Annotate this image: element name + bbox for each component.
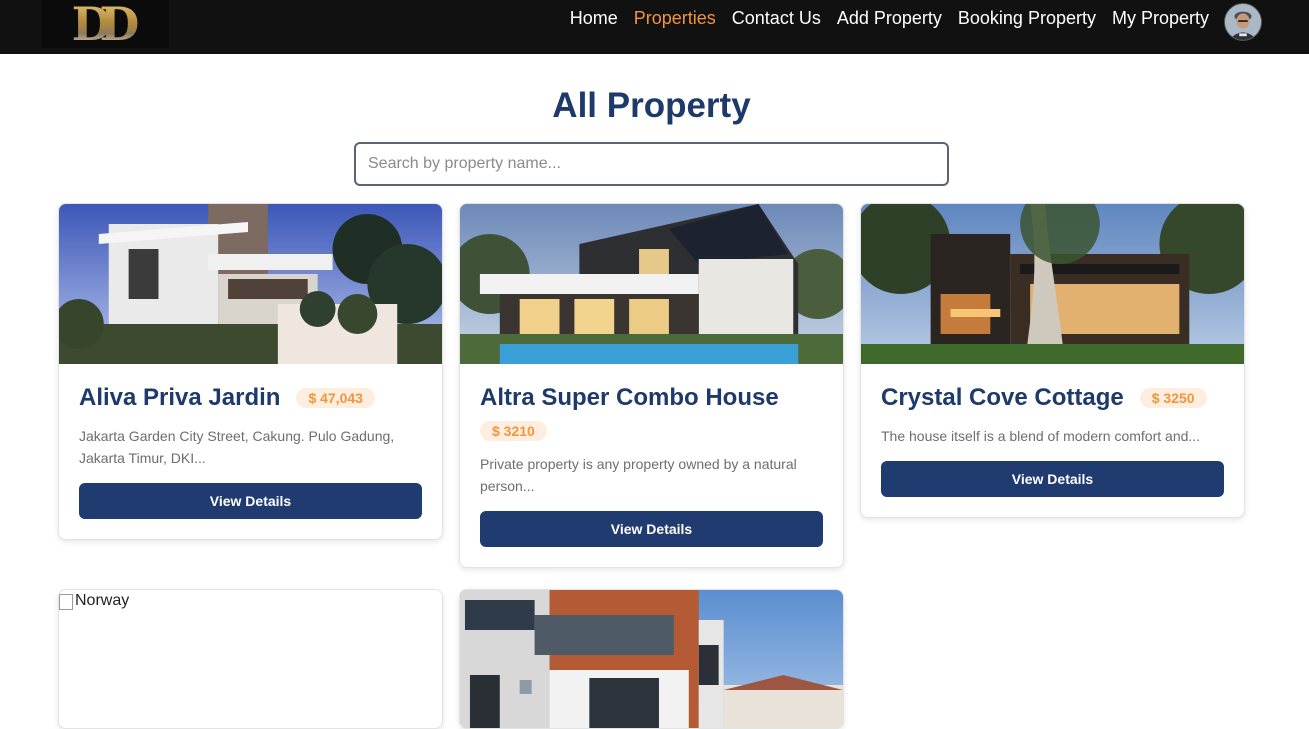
property-description: The house itself is a blend of modern co… — [881, 428, 1201, 444]
property-description: Private property is any property owned b… — [480, 456, 797, 494]
property-name: Aliva Priva Jardin — [79, 384, 281, 411]
page-title: All Property — [552, 86, 751, 125]
price-badge: $ 47,043 — [296, 388, 375, 408]
avatar-photo — [1225, 4, 1261, 40]
logo-text: DD — [72, 0, 140, 48]
property-card-4: Norway — [58, 589, 443, 729]
title-row: Crystal Cove Cottage $ 3250 — [881, 383, 1224, 413]
view-details-button[interactable]: View Details — [480, 511, 823, 547]
card-body: Altra Super Combo House $ 3210 Private p… — [460, 364, 843, 567]
nav-link-my-property[interactable]: My Property — [1112, 8, 1209, 29]
search-input[interactable] — [354, 142, 949, 186]
property-image[interactable] — [460, 590, 843, 728]
image-alt-text: Norway — [75, 592, 130, 609]
property-card-5 — [459, 589, 844, 729]
nav-link-contact-us[interactable]: Contact Us — [732, 8, 821, 29]
price-row: $ 3210 — [480, 421, 823, 441]
broken-image[interactable]: Norway — [59, 590, 442, 610]
nav-link-home[interactable]: Home — [570, 8, 618, 29]
price-badge: $ 3210 — [480, 421, 547, 441]
price-badge: $ 3250 — [1139, 388, 1207, 408]
nav-link-properties[interactable]: Properties — [634, 8, 716, 29]
property-image[interactable] — [59, 204, 442, 364]
nav-links: Home Properties Contact Us Add Property … — [570, 0, 1209, 36]
property-photo-brick-house — [460, 590, 843, 728]
title-row: Altra Super Combo House — [480, 383, 823, 413]
brand-logo[interactable]: DD — [42, 0, 169, 48]
broken-image-icon — [59, 594, 73, 610]
property-photo-modern-villa — [59, 204, 442, 364]
title-row: Aliva Priva Jardin $ 47,043 — [79, 383, 422, 413]
navbar: DD Home Properties Contact Us Add Proper… — [0, 0, 1309, 54]
property-image[interactable] — [460, 204, 843, 364]
card-body: Crystal Cove Cottage $ 3250 The house it… — [861, 364, 1244, 517]
property-image[interactable] — [861, 204, 1244, 364]
nav-link-booking-property[interactable]: Booking Property — [958, 8, 1096, 29]
nav-link-add-property[interactable]: Add Property — [837, 8, 942, 29]
property-name: Altra Super Combo House — [480, 384, 779, 411]
view-details-button[interactable]: View Details — [79, 483, 422, 519]
user-avatar[interactable] — [1224, 3, 1262, 41]
card-body: Aliva Priva Jardin $ 47,043 Jakarta Gard… — [59, 364, 442, 539]
property-photo-cottage — [861, 204, 1244, 364]
property-card-1: Aliva Priva Jardin $ 47,043 Jakarta Gard… — [58, 203, 443, 540]
property-photo-pool-house — [460, 204, 843, 364]
property-name: Crystal Cove Cottage — [881, 384, 1124, 411]
property-description: Jakarta Garden City Street, Cakung. Pulo… — [79, 428, 395, 466]
property-card-3: Crystal Cove Cottage $ 3250 The house it… — [860, 203, 1245, 518]
view-details-button[interactable]: View Details — [881, 461, 1224, 497]
property-card-2: Altra Super Combo House $ 3210 Private p… — [459, 203, 844, 568]
